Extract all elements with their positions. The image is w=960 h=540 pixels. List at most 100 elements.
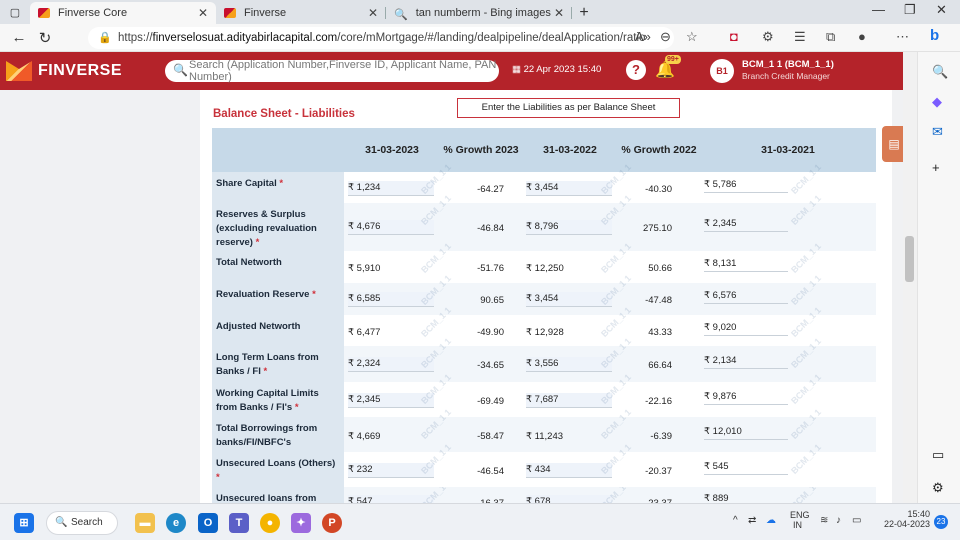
header-date-text: 22 Apr 2023 15:40	[523, 64, 602, 75]
row-label-text: Total Borrowings from banks/FI/NBFC's	[216, 423, 318, 448]
taskbar-search[interactable]: 🔍 Search	[46, 511, 118, 535]
settings-icon[interactable]: ⚙	[932, 480, 944, 496]
value-2021-field[interactable]: ₹ 5,786	[704, 178, 788, 193]
value-2022-field: ₹ 11,243	[526, 431, 564, 442]
edge-icon[interactable]: e	[166, 513, 186, 533]
profile-icon[interactable]: ●	[858, 29, 866, 44]
browser-tab-bing[interactable]: 🔍 tan numberm - Bing images ✕	[386, 2, 572, 24]
clock[interactable]: 15:40 22-04-2023	[868, 509, 930, 529]
value-2023-field[interactable]: ₹ 4,676	[348, 220, 434, 235]
teams-icon[interactable]: T	[229, 513, 249, 533]
value-2023-field[interactable]: ₹ 232	[348, 463, 434, 478]
value-2022-field[interactable]: ₹ 8,796	[526, 220, 612, 235]
row-label: Share Capital *	[212, 172, 344, 203]
value-2021-field[interactable]: ₹ 545	[704, 460, 788, 475]
sidebar-layout-icon[interactable]: ▭	[932, 447, 944, 463]
browser-tab-finverse[interactable]: Finverse ✕	[216, 2, 386, 24]
language-indicator[interactable]: ENG IN	[790, 510, 810, 530]
outlook-icon[interactable]: O	[198, 513, 218, 533]
value-2022-field[interactable]: ₹ 3,454	[526, 292, 612, 307]
global-search-input[interactable]: 🔍 Search (Application Number,Finverse ID…	[165, 59, 499, 83]
value-2022-field[interactable]: ₹ 7,687	[526, 393, 612, 408]
powerpoint-icon[interactable]: P	[322, 513, 342, 533]
region-text: IN	[793, 520, 802, 530]
tab-actions-icon[interactable]: ▢	[0, 0, 30, 24]
value-2021-field[interactable]: ₹ 9,020	[704, 321, 788, 336]
notification-count-badge[interactable]: 23	[934, 515, 948, 529]
finverse-favicon-icon	[224, 8, 236, 18]
required-marker: *	[255, 237, 260, 248]
section-title: Balance Sheet - Liabilities	[213, 108, 355, 120]
app-icon[interactable]: ✦	[291, 513, 311, 533]
back-icon[interactable]: ←	[6, 29, 32, 46]
collections-icon[interactable]: ⧉	[826, 29, 835, 45]
extension-icon[interactable]: ◘	[730, 29, 738, 44]
table-row: Revaluation Reserve * ₹ 6,585 90.65 ₹ 3,454…	[212, 273, 876, 315]
more-icon[interactable]: ⋯	[896, 29, 909, 45]
close-tab-icon[interactable]: ✕	[368, 6, 378, 20]
table-row: Unsecured Loans (Others) * ₹ 232 -46.54 ₹ 4…	[212, 442, 876, 487]
value-2021-field[interactable]: ₹ 2,134	[704, 354, 788, 369]
clock-time: 15:40	[907, 509, 930, 519]
growth-2023-value: -46.84	[477, 223, 504, 234]
onedrive-icon[interactable]: ☁	[766, 515, 776, 526]
wifi-icon[interactable]: ≋	[820, 515, 828, 526]
file-explorer-icon[interactable]: ▬	[135, 513, 155, 533]
outlook-icon[interactable]: ✉	[932, 124, 943, 140]
value-2021-field[interactable]: ₹ 2,345	[704, 217, 788, 232]
browser-tab-finverse-core[interactable]: Finverse Core ✕	[30, 2, 216, 24]
value-2022-field[interactable]: ₹ 3,556	[526, 357, 612, 372]
value-2021-field[interactable]: ₹ 8,131	[704, 257, 788, 272]
value-2021-field[interactable]: ₹ 9,876	[704, 390, 788, 405]
growth-2023-value: -51.76	[477, 263, 504, 274]
row-label: Total Borrowings from banks/FI/NBFC's	[212, 417, 344, 452]
shopping-icon[interactable]: ◆	[932, 94, 942, 110]
user-role: Branch Credit Manager	[742, 71, 830, 81]
new-tab-button[interactable]: +	[572, 2, 596, 24]
value-2021-field[interactable]: ₹ 12,010	[704, 425, 788, 440]
growth-2023-value: -58.47	[477, 431, 504, 442]
url-field[interactable]: 🔒 https://finverselosuat.adityabirlacapi…	[88, 27, 674, 49]
row-label: Revaluation Reserve *	[212, 283, 344, 315]
network-tray-icon[interactable]: ⇄	[748, 515, 756, 526]
close-tab-icon[interactable]: ✕	[198, 6, 208, 20]
minimize-icon[interactable]: —	[872, 2, 885, 17]
value-2023-field: ₹ 4,669	[348, 431, 381, 442]
value-2022-field[interactable]: ₹ 434	[526, 463, 612, 478]
favorites-bar-icon[interactable]: ☰	[794, 29, 806, 45]
value-2023-field[interactable]: ₹ 6,585	[348, 292, 434, 307]
favorite-icon[interactable]: ☆	[686, 29, 698, 45]
battery-icon[interactable]: ▭	[852, 515, 861, 526]
value-2022-field[interactable]: ₹ 3,454	[526, 181, 612, 196]
value-2023-field[interactable]: ₹ 2,345	[348, 393, 434, 408]
browser-tab-strip: ▢ Finverse Core ✕ Finverse ✕ 🔍 tan numbe…	[0, 0, 960, 24]
tray-chevron-icon[interactable]: ^	[733, 515, 738, 526]
search-icon[interactable]: 🔍	[932, 64, 948, 80]
value-2023-field[interactable]: ₹ 2,324	[348, 357, 434, 372]
close-tab-icon[interactable]: ✕	[554, 6, 564, 20]
read-aloud-icon[interactable]: A»	[635, 29, 651, 44]
add-icon[interactable]: +	[932, 160, 940, 175]
restore-icon[interactable]: ❐	[904, 2, 916, 18]
refresh-icon[interactable]: ↻	[32, 29, 58, 47]
user-name: BCM_1 1 (BCM_1_1)	[742, 59, 834, 70]
bing-icon[interactable]: b	[930, 27, 939, 44]
avatar[interactable]: B1	[710, 59, 734, 83]
volume-icon[interactable]: ♪	[836, 515, 841, 526]
scrollbar-thumb[interactable]	[905, 236, 914, 282]
extensions-icon[interactable]: ⚙	[762, 29, 774, 45]
help-icon[interactable]: ?	[626, 60, 646, 80]
value-2023-field[interactable]: ₹ 1,234	[348, 181, 434, 196]
row-label: Unsecured Loans (Others) *	[212, 452, 344, 487]
value-2021-field[interactable]: ₹ 6,576	[704, 289, 788, 304]
url-host: finverselosuat.adityabirlacapital.com	[152, 32, 338, 44]
chrome-icon[interactable]: ●	[260, 513, 280, 533]
row-label: Long Term Loans from Banks / FI *	[212, 346, 344, 382]
tab-title: Finverse Core	[58, 7, 128, 19]
zoom-icon[interactable]: ⊖	[660, 29, 671, 45]
tab-separator	[571, 7, 572, 19]
close-window-icon[interactable]: ✕	[936, 2, 947, 18]
lang-text: ENG	[790, 510, 810, 520]
start-icon[interactable]: ⊞	[14, 513, 34, 533]
growth-2022-value: 50.66	[648, 263, 672, 274]
